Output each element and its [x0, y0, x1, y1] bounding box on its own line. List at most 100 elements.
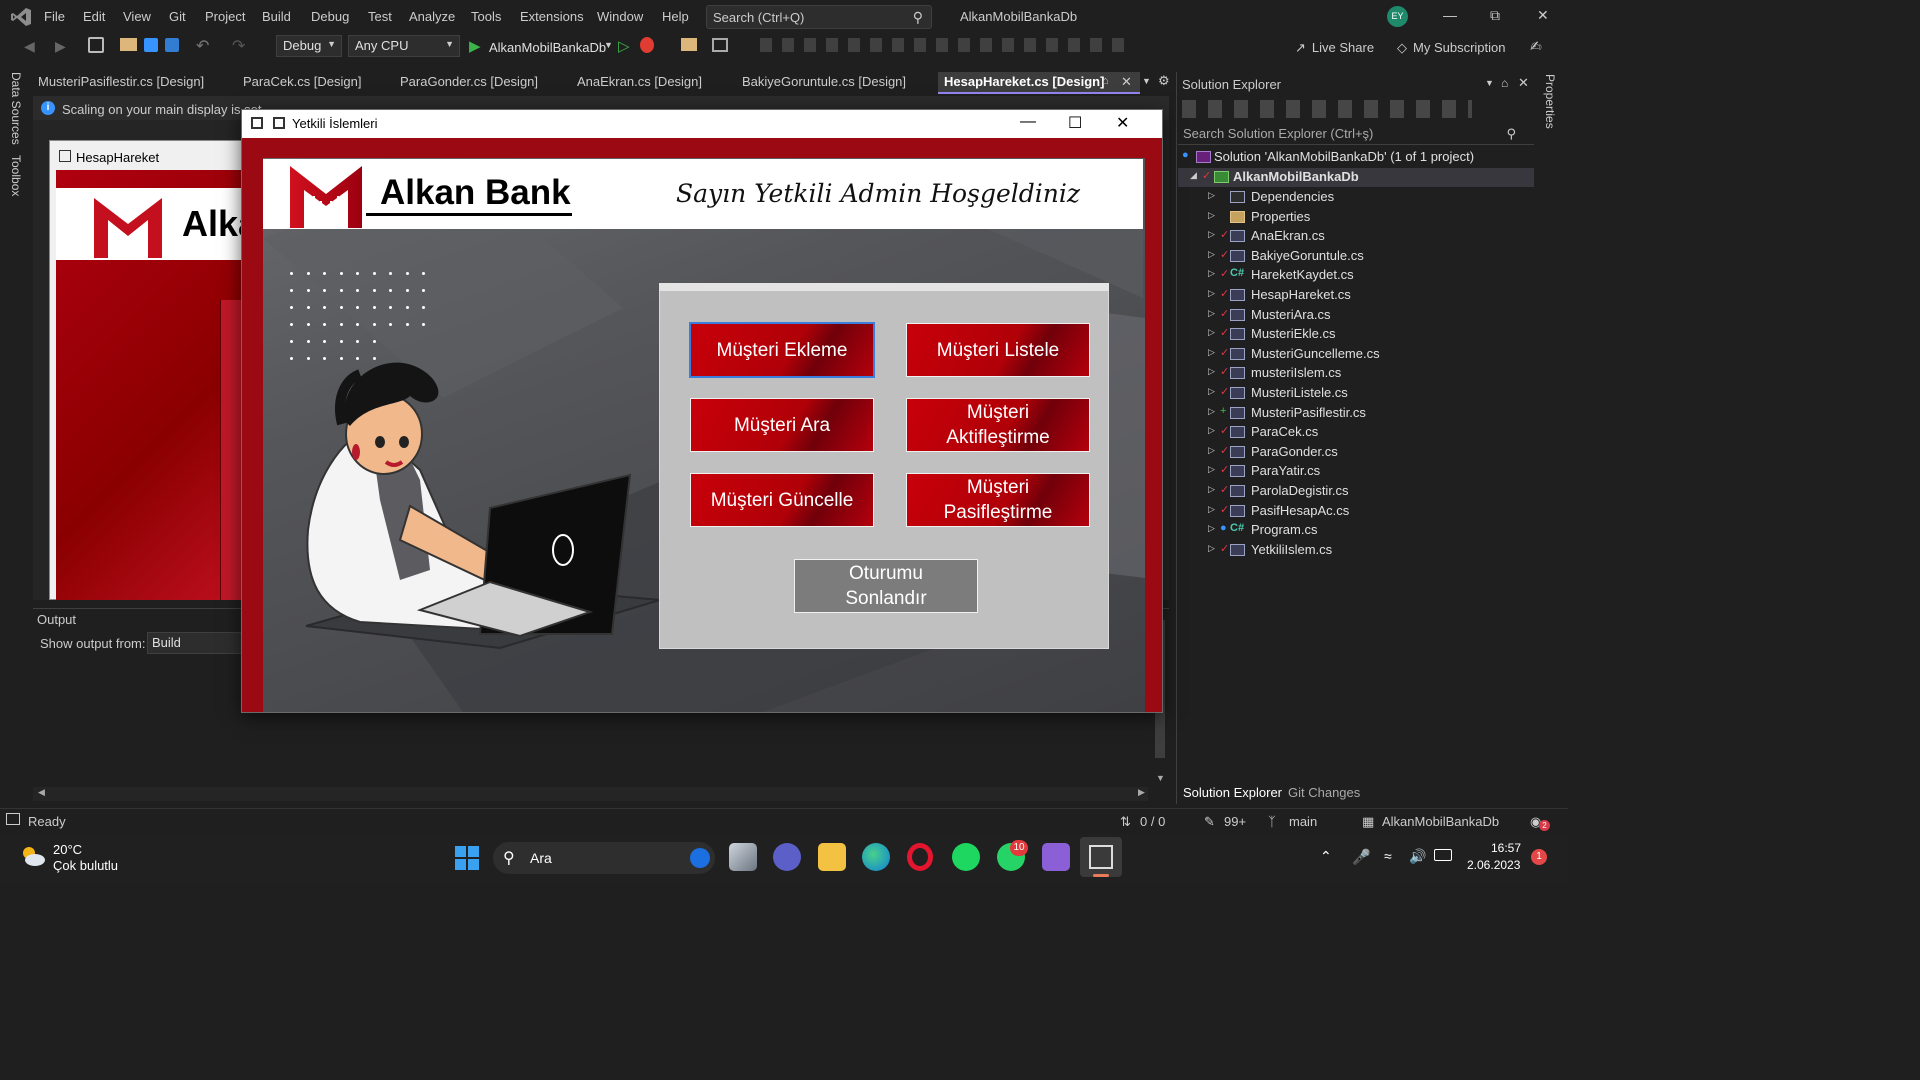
- volume-icon[interactable]: 🔊: [1409, 848, 1426, 865]
- tree-solution[interactable]: ● Solution 'AlkanMobilBankaDb' (1 of 1 p…: [1178, 148, 1534, 167]
- feedback-icon[interactable]: ✍: [1530, 38, 1542, 55]
- expand-icon[interactable]: ▷: [1208, 366, 1215, 377]
- redo-icon[interactable]: ↷: [232, 36, 245, 56]
- expand-icon[interactable]: ▷: [1208, 249, 1215, 260]
- undo-icon[interactable]: ↶: [196, 36, 209, 56]
- expand-icon[interactable]: ▷: [1208, 268, 1215, 279]
- save-all-icon[interactable]: [165, 38, 179, 52]
- pin-icon[interactable]: ⌂: [1102, 75, 1109, 87]
- forward-icon[interactable]: ▶: [55, 38, 66, 55]
- winforms-app-icon[interactable]: [1089, 845, 1113, 869]
- expand-icon[interactable]: ▷: [1208, 347, 1215, 358]
- data-sources-tab[interactable]: Data Sources: [9, 72, 23, 145]
- tree-item[interactable]: ▷ ✓ ParaCek.cs: [1178, 423, 1534, 442]
- tree-item[interactable]: ▷ ✓ ParaYatir.cs: [1178, 462, 1534, 481]
- search-input[interactable]: Search (Ctrl+Q) ⚲: [706, 5, 932, 29]
- menu-build[interactable]: Build: [262, 9, 291, 24]
- notification-badge[interactable]: 1: [1531, 849, 1547, 865]
- menu-analyze[interactable]: Analyze: [409, 9, 455, 24]
- pin-icon[interactable]: ⌂: [1501, 76, 1508, 90]
- tree-item[interactable]: ▷ ✓ C# HareketKaydet.cs: [1178, 266, 1534, 285]
- back-icon[interactable]: ◀: [24, 38, 35, 55]
- toolbox-tab[interactable]: Toolbox: [9, 155, 23, 196]
- menu-debug[interactable]: Debug: [311, 9, 349, 24]
- list-customers-button[interactable]: Müşteri Listele: [906, 323, 1090, 377]
- tree-item[interactable]: ▷ ✓ MusteriAra.cs: [1178, 306, 1534, 325]
- live-share-button[interactable]: ↗ Live Share: [1295, 40, 1374, 56]
- visual-studio-icon[interactable]: [1042, 843, 1070, 871]
- menu-tools[interactable]: Tools: [471, 9, 501, 24]
- tab-git-changes[interactable]: Git Changes: [1288, 785, 1360, 800]
- start-icon[interactable]: ▶: [469, 37, 481, 55]
- expand-icon[interactable]: ▷: [1208, 543, 1215, 554]
- tab-hesaphareket[interactable]: HesapHareket.cs [Design]: [944, 74, 1104, 89]
- open-folder-icon[interactable]: [120, 38, 137, 51]
- output-window-icon[interactable]: [6, 813, 20, 825]
- pending-edits[interactable]: 99+: [1224, 814, 1246, 829]
- menu-view[interactable]: View: [123, 9, 151, 24]
- tree-project[interactable]: ◢ ✓ AlkanMobilBankaDb: [1178, 168, 1534, 187]
- activate-customer-button[interactable]: Müşteri Aktifleştirme: [906, 398, 1090, 452]
- minimize-icon[interactable]: —: [1020, 113, 1036, 131]
- logout-button[interactable]: Oturumu Sonlandır: [794, 559, 978, 613]
- wifi-icon[interactable]: ≈: [1384, 848, 1392, 864]
- taskbar-search[interactable]: [493, 842, 715, 874]
- platform-select[interactable]: Any CPU ▼: [348, 35, 460, 57]
- restore-icon[interactable]: ⧉: [1490, 7, 1500, 24]
- clock-date[interactable]: 2.06.2023: [1467, 858, 1520, 872]
- expand-icon[interactable]: ▷: [1208, 308, 1215, 319]
- menu-edit[interactable]: Edit: [83, 9, 105, 24]
- tree-item[interactable]: ▷ ✓ MusteriEkle.cs: [1178, 325, 1534, 344]
- expand-icon[interactable]: ▷: [1208, 504, 1215, 515]
- solution-folder-icon[interactable]: [681, 38, 697, 51]
- expand-icon[interactable]: ▷: [1208, 210, 1215, 221]
- maximize-icon[interactable]: ☐: [1068, 113, 1082, 133]
- tab-bakiyegoruntule[interactable]: BakiyeGoruntule.cs [Design]: [742, 74, 906, 89]
- menu-extensions[interactable]: Extensions: [520, 9, 584, 24]
- microphone-icon[interactable]: 🎤: [1352, 848, 1371, 866]
- expand-icon[interactable]: ▷: [1208, 484, 1215, 495]
- tree-item[interactable]: ▷ ✓ PasifHesapAc.cs: [1178, 502, 1534, 521]
- tree-item[interactable]: ▷ ✓ MusteriGuncelleme.cs: [1178, 345, 1534, 364]
- minimize-icon[interactable]: —: [1443, 7, 1457, 23]
- tab-solution-explorer[interactable]: Solution Explorer: [1183, 785, 1282, 800]
- repo-name[interactable]: AlkanMobilBankaDb: [1382, 814, 1499, 829]
- expand-icon[interactable]: ▷: [1208, 190, 1215, 201]
- windows-start-icon[interactable]: [455, 846, 479, 870]
- close-tab-icon[interactable]: ✕: [1121, 74, 1132, 90]
- tab-musteripasiflestir[interactable]: MusteriPasiflestir.cs [Design]: [38, 74, 204, 89]
- opera-icon[interactable]: [907, 843, 933, 871]
- run-target[interactable]: AlkanMobilBankaDb: [489, 40, 606, 55]
- tree-item[interactable]: ▷ ✓ AnaEkran.cs: [1178, 227, 1534, 246]
- solution-search-input[interactable]: Search Solution Explorer (Ctrl+ş) ⚲: [1178, 125, 1534, 145]
- tree-item[interactable]: ▷ ✓ HesapHareket.cs: [1178, 286, 1534, 305]
- deactivate-customer-button[interactable]: Müşteri Pasifleştirme: [906, 473, 1090, 527]
- config-select[interactable]: Debug ▼: [276, 35, 342, 57]
- tree-item[interactable]: ▷ Dependencies: [1178, 188, 1534, 207]
- close-icon[interactable]: ✕: [1116, 113, 1129, 133]
- scroll-down-icon[interactable]: ▼: [1156, 773, 1165, 783]
- file-explorer-icon[interactable]: [818, 843, 846, 871]
- chevron-down-icon[interactable]: ▼: [604, 40, 613, 50]
- close-icon[interactable]: ✕: [1537, 7, 1549, 24]
- expand-icon[interactable]: ▷: [1208, 288, 1215, 299]
- tree-item[interactable]: ▷ ● C# Program.cs: [1178, 521, 1534, 540]
- alignment-toolbar[interactable]: [760, 38, 1132, 52]
- menu-help[interactable]: Help: [662, 9, 689, 24]
- tree-item[interactable]: ▷ ✓ BakiyeGoruntule.cs: [1178, 247, 1534, 266]
- edge-icon[interactable]: [862, 843, 890, 871]
- panel-dropdown-icon[interactable]: ▼: [1485, 78, 1494, 88]
- tab-dropdown-icon[interactable]: ▼: [1142, 76, 1151, 86]
- menu-file[interactable]: File: [44, 9, 65, 24]
- menu-git[interactable]: Git: [169, 9, 186, 24]
- chevron-up-icon[interactable]: ⌃: [1320, 848, 1332, 865]
- update-customer-button[interactable]: Müşteri Güncelle: [690, 473, 874, 527]
- search-customer-button[interactable]: Müşteri Ara: [690, 398, 874, 452]
- visual-studio-logo-icon[interactable]: [10, 7, 32, 27]
- expand-icon[interactable]: ▷: [1208, 445, 1215, 456]
- task-view-icon[interactable]: [729, 843, 757, 871]
- expand-icon[interactable]: ▷: [1208, 229, 1215, 240]
- output-source-select[interactable]: Build: [147, 632, 247, 654]
- start-without-debug-icon[interactable]: ▷: [618, 37, 630, 55]
- close-icon[interactable]: ✕: [1518, 75, 1529, 91]
